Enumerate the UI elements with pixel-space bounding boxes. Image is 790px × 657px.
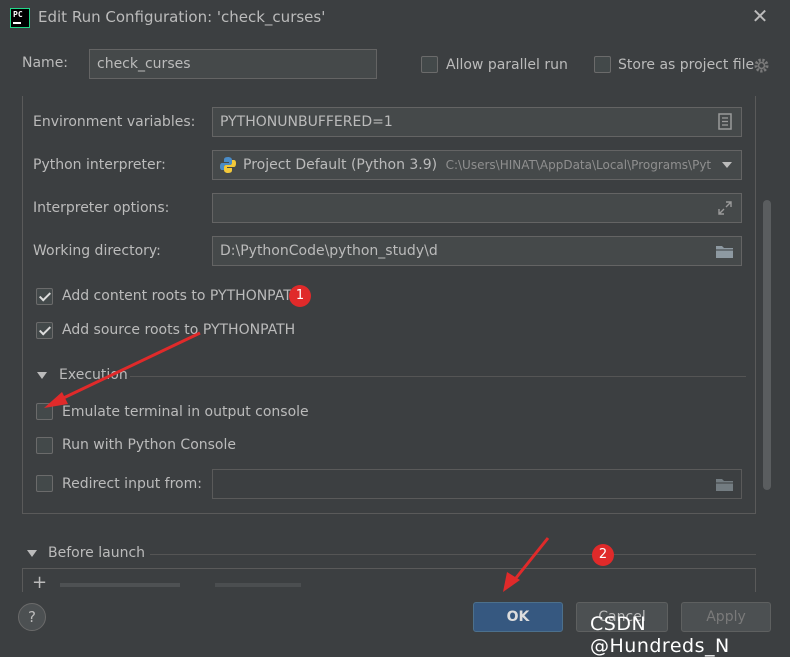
watermark: CSDN @Hundreds_N [590, 613, 730, 657]
annotation-badge-1: 1 [289, 285, 311, 307]
annotation-badge-2: 2 [592, 544, 614, 566]
annotation-arrows [44, 331, 550, 592]
